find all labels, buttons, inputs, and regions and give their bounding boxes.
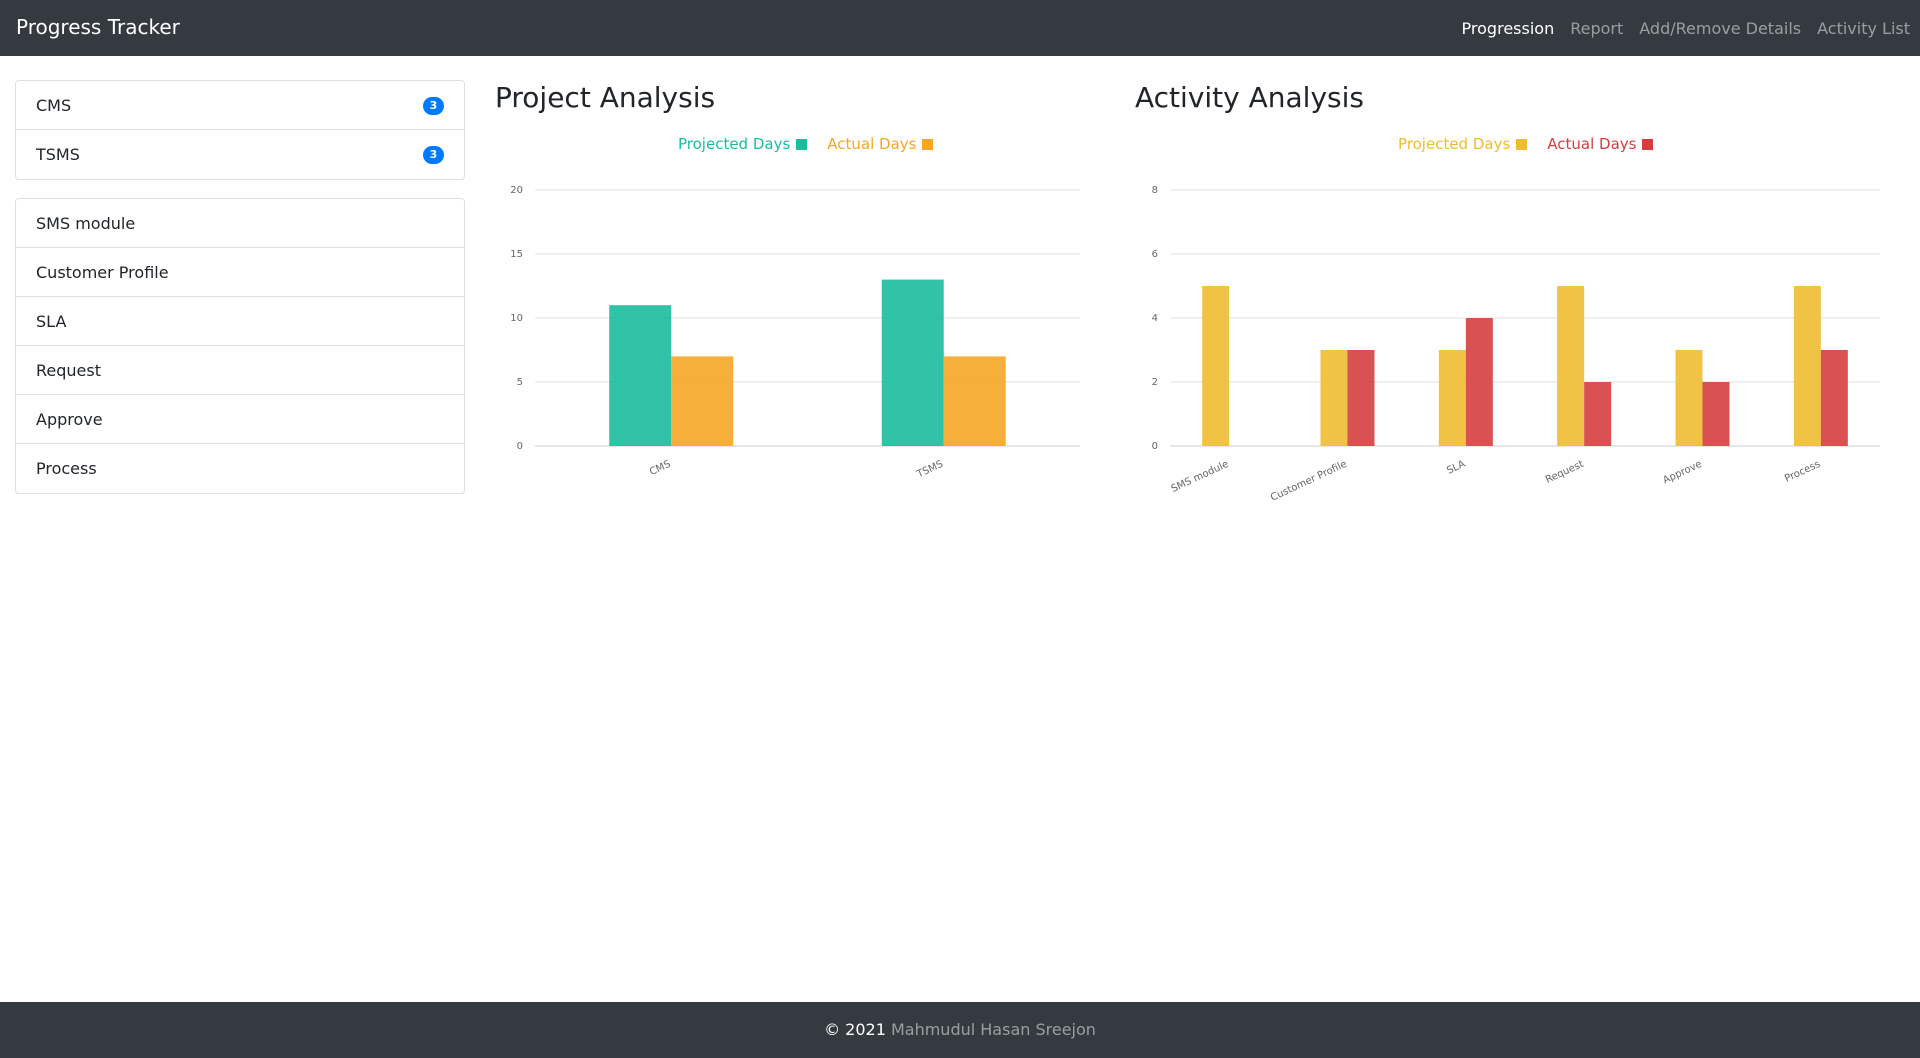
y-tick-label: 0	[517, 441, 523, 452]
activity-analysis-chart: 0 2 4 6 8 SMS module Customer Profile SLA Reques…	[1152, 185, 1880, 504]
y-tick-label: 2	[1152, 377, 1158, 388]
project-label: CMS	[36, 96, 72, 115]
bar-actual	[1702, 382, 1730, 446]
bar-projected	[1557, 286, 1585, 446]
y-tick-label: 15	[510, 249, 523, 260]
bar-actual	[1820, 350, 1848, 446]
legend-item-projected[interactable]: Projected Days	[1398, 135, 1528, 153]
project-chart-legend: Projected Days Actual Days	[678, 135, 953, 153]
project-analysis-chart: 0 5 10 15 20 CMS TSMS	[510, 185, 1080, 481]
activity-label: SMS module	[36, 214, 136, 233]
bar-projected	[1793, 286, 1821, 446]
bar-actual	[671, 356, 734, 446]
project-item-tsms[interactable]: TSMS 3	[16, 130, 464, 179]
bar-projected	[1675, 350, 1703, 446]
bar-projected	[881, 279, 944, 446]
activity-chart-legend: Projected Days Actual Days	[1398, 135, 1673, 153]
project-label: TSMS	[36, 145, 80, 164]
x-tick-label: TSMS	[915, 459, 945, 481]
y-tick-label: 5	[517, 377, 523, 388]
activity-label: SLA	[36, 312, 67, 331]
nav-links: Progression Report Add/Remove Details Ac…	[1446, 19, 1910, 38]
author-link[interactable]: Mahmudul Hasan Sreejon	[891, 1020, 1096, 1039]
activity-item-approve[interactable]: Approve	[16, 395, 464, 444]
activity-analysis-title: Activity Analysis	[1135, 81, 1364, 114]
activity-item-process[interactable]: Process	[16, 444, 464, 493]
bar-projected	[1438, 350, 1466, 446]
y-tick-label: 20	[510, 185, 523, 196]
legend-swatch	[1516, 138, 1528, 150]
top-navbar: Progress Tracker Progression Report Add/…	[0, 0, 1920, 56]
x-tick-label: Request	[1544, 459, 1586, 486]
activity-label: Process	[36, 459, 97, 478]
footer-text: © 2021 Mahmudul Hasan Sreejon	[0, 1020, 1920, 1039]
bar-projected	[609, 305, 672, 446]
activity-item-sms-module[interactable]: SMS module	[16, 199, 464, 248]
y-tick-label: 0	[1152, 441, 1158, 452]
nav-link-progression[interactable]: Progression	[1462, 19, 1555, 38]
activity-list: SMS module Customer Profile SLA Request …	[15, 198, 465, 494]
footer: © 2021 Mahmudul Hasan Sreejon	[0, 1002, 1920, 1058]
nav-link-activity-list[interactable]: Activity List	[1817, 19, 1910, 38]
nav-link-report[interactable]: Report	[1570, 19, 1623, 38]
legend-label: Actual Days	[1547, 135, 1637, 153]
legend-swatch	[1642, 138, 1654, 150]
brand-title[interactable]: Progress Tracker	[16, 15, 180, 39]
bar-actual	[1584, 382, 1612, 446]
bar-actual	[1347, 350, 1375, 446]
project-item-cms[interactable]: CMS 3	[16, 81, 464, 130]
x-tick-label: Customer Profile	[1269, 459, 1349, 504]
y-tick-label: 10	[510, 313, 523, 324]
legend-label: Projected Days	[678, 135, 791, 153]
legend-item-actual[interactable]: Actual Days	[1547, 135, 1654, 153]
activity-item-sla[interactable]: SLA	[16, 297, 464, 346]
bar-actual	[943, 356, 1006, 446]
x-tick-label: Approve	[1661, 459, 1703, 487]
copyright-text: © 2021	[824, 1020, 886, 1039]
x-tick-label: SLA	[1445, 459, 1467, 477]
x-tick-label: Process	[1783, 459, 1822, 485]
project-list: CMS 3 TSMS 3	[15, 80, 465, 180]
legend-swatch	[922, 138, 934, 150]
legend-item-projected[interactable]: Projected Days	[678, 135, 808, 153]
y-tick-label: 4	[1152, 313, 1158, 324]
bar-actual	[1465, 318, 1493, 446]
x-tick-label: SMS module	[1170, 459, 1231, 495]
activity-label: Approve	[36, 410, 103, 429]
y-tick-label: 6	[1152, 249, 1158, 260]
legend-swatch	[796, 138, 808, 150]
legend-item-actual[interactable]: Actual Days	[827, 135, 934, 153]
project-count-badge: 3	[423, 146, 444, 164]
activity-label: Customer Profile	[36, 263, 169, 282]
activity-label: Request	[36, 361, 101, 380]
bar-projected	[1320, 350, 1348, 446]
activity-item-customer-profile[interactable]: Customer Profile	[16, 248, 464, 297]
x-tick-label: CMS	[648, 459, 673, 478]
activity-item-request[interactable]: Request	[16, 346, 464, 395]
nav-link-add-remove-details[interactable]: Add/Remove Details	[1639, 19, 1801, 38]
bar-projected	[1202, 286, 1230, 446]
project-analysis-title: Project Analysis	[495, 81, 716, 114]
legend-label: Projected Days	[1398, 135, 1511, 153]
legend-label: Actual Days	[827, 135, 917, 153]
project-count-badge: 3	[423, 97, 444, 115]
y-tick-label: 8	[1152, 185, 1158, 196]
